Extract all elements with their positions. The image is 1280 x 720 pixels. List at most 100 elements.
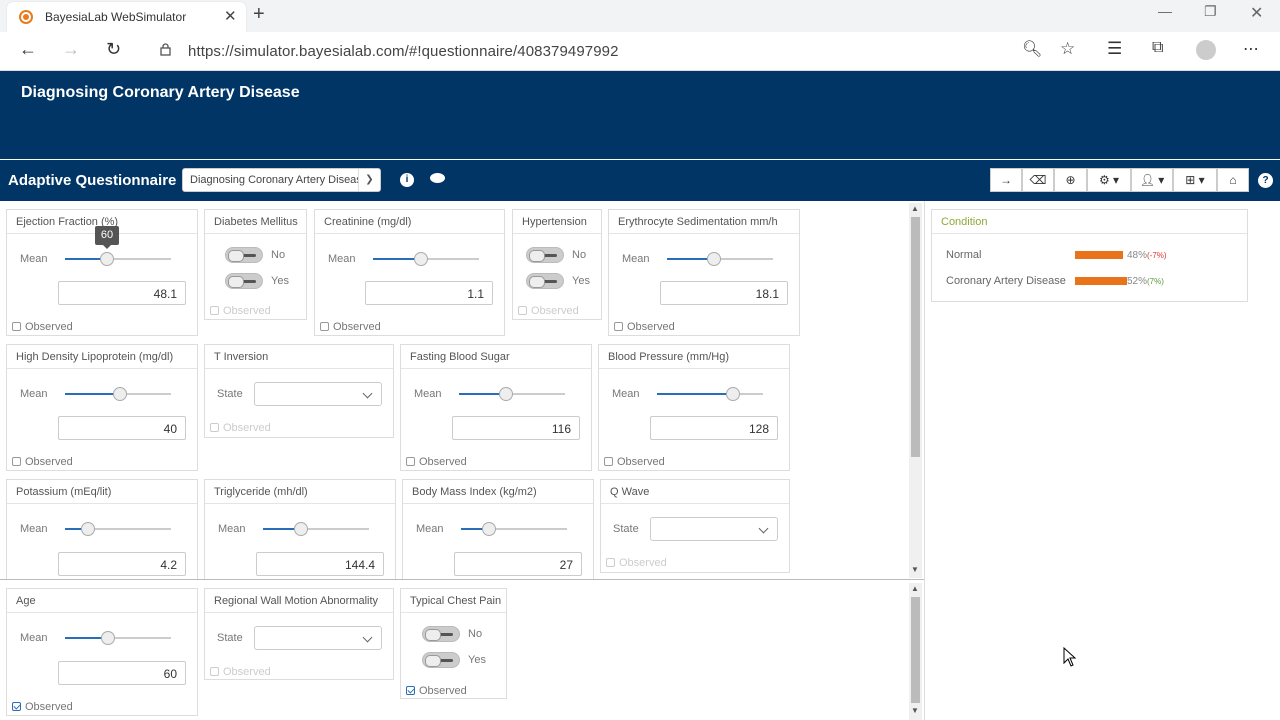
condition-title: Condition: [941, 216, 988, 228]
toggle-yes[interactable]: [526, 273, 564, 289]
mean-value-input[interactable]: 144.4: [256, 552, 384, 576]
zoom-icon[interactable]: 🔍︎: [1022, 39, 1042, 59]
mean-label: Mean: [328, 253, 356, 265]
info-icon[interactable]: i: [400, 173, 414, 187]
top-pane-scrollbar[interactable]: ▲ ▼: [909, 203, 922, 578]
mean-value-input[interactable]: 60: [58, 661, 186, 685]
observed-checkbox[interactable]: Observed: [518, 305, 579, 317]
toggle-no[interactable]: [422, 626, 460, 642]
toggle-yes[interactable]: [422, 652, 460, 668]
mean-slider[interactable]: [461, 522, 567, 536]
mean-label: Mean: [612, 388, 640, 400]
scroll-up-icon[interactable]: ▲: [911, 204, 919, 213]
observed-checkbox[interactable]: Observed: [12, 321, 73, 333]
observed-checkbox[interactable]: Observed: [406, 685, 467, 697]
observed-checkbox[interactable]: Observed: [320, 321, 381, 333]
scroll-up-icon[interactable]: ▲: [911, 584, 919, 593]
state-select[interactable]: [254, 626, 382, 650]
mean-value-input[interactable]: 27: [454, 552, 582, 576]
mean-value-input[interactable]: 1.1: [365, 281, 493, 305]
minimize-icon[interactable]: —: [1158, 3, 1172, 19]
network-select[interactable]: Diagnosing Coronary Artery Disease ❯: [182, 168, 381, 192]
bottom-pane-scrollbar[interactable]: ▲ ▼: [909, 583, 922, 720]
new-tab-icon[interactable]: +: [253, 3, 265, 26]
card-title: Typical Chest Pain: [410, 595, 502, 607]
scroll-down-icon[interactable]: ▼: [911, 565, 919, 574]
url-box[interactable]: https://simulator.bayesialab.com/#!quest…: [144, 36, 1090, 66]
observed-checkbox[interactable]: Observed: [210, 305, 271, 317]
home-button[interactable]: ⌂: [1217, 168, 1249, 192]
card-fasting-blood-sugar: Fasting Blood Sugar Mean 116 Observed: [400, 344, 592, 471]
observed-checkbox[interactable]: Observed: [12, 456, 73, 468]
back-icon[interactable]: ←: [19, 39, 37, 60]
mean-slider[interactable]: [65, 252, 171, 266]
browser-tab[interactable]: BayesiaLab WebSimulator ✕: [7, 2, 246, 32]
observed-checkbox[interactable]: Observed: [614, 321, 675, 333]
card-body-mass-index: Body Mass Index (kg/m2) Mean 27: [402, 479, 594, 579]
next-arrow-button[interactable]: →: [990, 168, 1022, 192]
toggle-no[interactable]: [526, 247, 564, 263]
refresh-icon[interactable]: ↻: [106, 39, 121, 60]
restore-icon[interactable]: ❐: [1204, 3, 1217, 20]
card-q-wave: Q Wave State Observed: [600, 479, 790, 573]
card-title: Creatinine (mg/dl): [324, 216, 412, 228]
mean-value-input[interactable]: 116: [452, 416, 580, 440]
browser-tab-bar: BayesiaLab WebSimulator ✕ + — ❐ ✕: [0, 0, 1280, 32]
collections-icon[interactable]: ⧉: [1152, 39, 1163, 57]
card-title: High Density Lipoprotein (mg/dl): [16, 351, 174, 363]
close-tab-icon[interactable]: ✕: [224, 7, 237, 25]
more-menu-icon[interactable]: ⋯: [1243, 39, 1259, 59]
observed-checkbox[interactable]: Observed: [604, 456, 665, 468]
eye-icon[interactable]: [430, 173, 445, 183]
observed-checkbox[interactable]: Observed: [12, 701, 73, 713]
mean-slider[interactable]: [65, 522, 171, 536]
mean-label: Mean: [20, 388, 48, 400]
mean-slider[interactable]: [459, 387, 565, 401]
state-select[interactable]: [650, 517, 778, 541]
hierarchy-menu-button[interactable]: ⊞ ▾: [1173, 168, 1217, 192]
toggle-no[interactable]: [225, 247, 263, 263]
mean-slider[interactable]: [263, 522, 369, 536]
mean-slider[interactable]: [657, 387, 763, 401]
favorites-list-icon[interactable]: ☰: [1107, 39, 1122, 59]
observed-checkbox[interactable]: Observed: [606, 557, 667, 569]
observed-checkbox[interactable]: Observed: [210, 422, 271, 434]
observed-checkbox[interactable]: Observed: [210, 666, 271, 678]
pane-divider[interactable]: [0, 579, 925, 580]
card-diabetes-mellitus: Diabetes Mellitus No Yes Observed: [204, 209, 307, 320]
mean-slider[interactable]: [373, 252, 479, 266]
close-window-icon[interactable]: ✕: [1250, 3, 1263, 23]
state-select[interactable]: [254, 382, 382, 406]
card-triglyceride: Triglyceride (mh/dl) Mean 144.4: [204, 479, 396, 579]
card-creatinine: Creatinine (mg/dl) Mean 1.1 Observed: [314, 209, 505, 336]
eraser-button[interactable]: ⌫: [1022, 168, 1054, 192]
card-hdl: High Density Lipoprotein (mg/dl) Mean 40…: [6, 344, 198, 471]
forward-icon[interactable]: →: [62, 39, 80, 60]
address-bar: ← → ↻ https://simulator.bayesialab.com/#…: [0, 32, 1280, 71]
mean-value-input[interactable]: 18.1: [660, 281, 788, 305]
profile-avatar-icon[interactable]: [1196, 40, 1216, 60]
condition-label-normal: Normal: [946, 249, 982, 261]
mean-label: Mean: [416, 523, 444, 535]
mean-value-input[interactable]: 48.1: [58, 281, 186, 305]
mean-value-input[interactable]: 40: [58, 416, 186, 440]
card-hypertension: Hypertension No Yes Observed: [512, 209, 602, 320]
toggle-label: Yes: [468, 654, 486, 666]
user-menu-button[interactable]: 👤︎ ▾: [1131, 168, 1173, 192]
toggle-yes[interactable]: [225, 273, 263, 289]
card-title: T Inversion: [214, 351, 269, 363]
help-icon[interactable]: ?: [1258, 173, 1273, 188]
mean-slider[interactable]: [65, 631, 171, 645]
favorite-star-icon[interactable]: ☆: [1060, 39, 1075, 59]
add-circle-button[interactable]: ⊕: [1054, 168, 1087, 192]
scroll-down-icon[interactable]: ▼: [911, 706, 919, 715]
probability-bar-cad: [1075, 277, 1127, 285]
settings-menu-button[interactable]: ⚙ ▾: [1087, 168, 1131, 192]
lock-icon: [160, 43, 171, 56]
mean-value-input[interactable]: 128: [650, 416, 778, 440]
mean-slider[interactable]: [667, 252, 773, 266]
mean-label: Mean: [20, 632, 48, 644]
mean-slider[interactable]: [65, 387, 171, 401]
observed-checkbox[interactable]: Observed: [406, 456, 467, 468]
mean-value-input[interactable]: 4.2: [58, 552, 186, 576]
